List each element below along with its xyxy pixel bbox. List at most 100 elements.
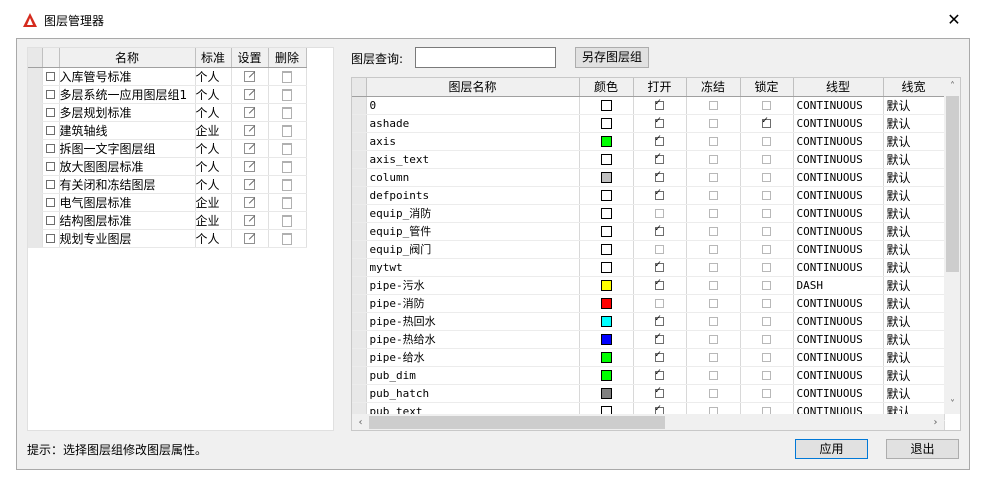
layer-name[interactable]: pipe-热给水 <box>366 330 580 349</box>
layer-lineweight[interactable]: 默认 <box>883 240 945 259</box>
layer-lineweight[interactable]: 默认 <box>883 96 945 115</box>
layer-name[interactable]: pipe-消防 <box>366 294 580 313</box>
apply-button[interactable]: 应用 <box>795 439 868 459</box>
layer-name[interactable]: column <box>366 168 580 187</box>
layer-name[interactable]: axis_text <box>366 150 580 169</box>
layer-row[interactable]: pipe-给水 CONTINUOUS默认 <box>352 348 945 367</box>
lock-checkbox[interactable] <box>762 173 771 182</box>
row-selector[interactable] <box>352 150 367 169</box>
layer-linetype[interactable]: CONTINUOUS <box>793 150 884 169</box>
layer-group-name[interactable]: 规划专业图层 <box>59 229 196 248</box>
on-checkbox[interactable] <box>655 277 664 290</box>
layer-group-row[interactable]: 多层系统一应用图层组1 个人 <box>28 85 307 104</box>
freeze-checkbox[interactable] <box>708 227 718 236</box>
layer-row[interactable]: equip_管件 CONTINUOUS默认 <box>352 222 945 241</box>
row-selector[interactable] <box>352 258 367 277</box>
col-header-delete[interactable]: 删除 <box>268 48 307 68</box>
on-checkbox[interactable] <box>655 331 664 344</box>
on-checkbox[interactable] <box>655 133 664 146</box>
freeze-checkbox[interactable] <box>708 245 718 254</box>
layer-group-row[interactable]: 建筑轴线 企业 <box>28 121 307 140</box>
layer-name[interactable]: defpoints <box>366 186 580 205</box>
layer-lineweight[interactable]: 默认 <box>883 330 945 349</box>
freeze-checkbox[interactable] <box>708 119 718 128</box>
layer-linetype[interactable]: CONTINUOUS <box>793 348 884 367</box>
lock-checkbox[interactable] <box>762 335 771 344</box>
edit-icon[interactable] <box>244 161 255 172</box>
trash-icon[interactable] <box>282 142 292 155</box>
layer-lineweight[interactable]: 默认 <box>883 294 945 313</box>
lock-checkbox[interactable] <box>762 389 771 398</box>
layer-group-name[interactable]: 多层系统一应用图层组1 <box>59 85 196 104</box>
col-header-name[interactable]: 名称 <box>59 48 196 68</box>
on-checkbox[interactable] <box>655 367 664 380</box>
freeze-checkbox[interactable] <box>708 389 718 398</box>
layer-row[interactable]: defpoints CONTINUOUS默认 <box>352 186 945 205</box>
layer-name[interactable]: axis <box>366 132 580 151</box>
scroll-up-icon[interactable]: ˄ <box>944 78 960 95</box>
layer-lineweight[interactable]: 默认 <box>883 132 945 151</box>
row-selector[interactable] <box>352 96 367 115</box>
layer-name[interactable]: ashade <box>366 114 580 133</box>
row-selector[interactable] <box>28 157 43 176</box>
layer-row[interactable]: mytwt CONTINUOUS默认 <box>352 258 945 277</box>
layer-group-name[interactable]: 入库管号标准 <box>59 67 196 86</box>
row-selector[interactable] <box>352 276 367 295</box>
trash-icon[interactable] <box>282 106 292 119</box>
row-selector[interactable] <box>28 85 43 104</box>
color-swatch[interactable] <box>600 226 612 237</box>
freeze-checkbox[interactable] <box>708 299 718 308</box>
horizontal-scrollbar[interactable]: ‹ › <box>352 414 944 430</box>
layer-group-name[interactable]: 结构图层标准 <box>59 211 196 230</box>
row-selector[interactable] <box>28 229 43 248</box>
row-selector[interactable] <box>352 186 367 205</box>
vertical-scroll-thumb[interactable] <box>946 96 959 272</box>
color-swatch[interactable] <box>600 208 612 219</box>
row-checkbox[interactable] <box>46 108 55 117</box>
row-checkbox[interactable] <box>46 162 55 171</box>
scroll-left-icon[interactable]: ‹ <box>352 414 369 430</box>
color-swatch[interactable] <box>600 136 612 147</box>
col-header-linetype[interactable]: 线型 <box>793 78 884 97</box>
on-checkbox[interactable] <box>655 115 664 128</box>
on-checkbox[interactable] <box>655 385 664 398</box>
layer-query-input[interactable] <box>415 47 556 68</box>
layer-lineweight[interactable]: 默认 <box>883 114 945 133</box>
layer-lineweight[interactable]: 默认 <box>883 186 945 205</box>
vertical-scrollbar[interactable]: ˄ ˅ <box>944 78 960 414</box>
on-checkbox[interactable] <box>655 223 664 236</box>
trash-icon[interactable] <box>282 124 292 137</box>
layer-linetype[interactable]: CONTINUOUS <box>793 114 884 133</box>
layer-row[interactable]: axis_text CONTINUOUS默认 <box>352 150 945 169</box>
scroll-down-icon[interactable]: ˅ <box>944 396 960 413</box>
row-selector[interactable] <box>352 366 367 385</box>
layer-group-name[interactable]: 多层规划标准 <box>59 103 196 122</box>
row-checkbox[interactable] <box>46 234 55 243</box>
on-checkbox[interactable] <box>655 151 664 164</box>
row-selector[interactable] <box>28 121 43 140</box>
row-selector[interactable] <box>28 211 43 230</box>
layer-linetype[interactable]: CONTINUOUS <box>793 384 884 403</box>
freeze-checkbox[interactable] <box>708 335 718 344</box>
lock-checkbox[interactable] <box>762 281 771 290</box>
layer-group-list[interactable]: 名称 标准 设置 删除 入库管号标准 个人 多层系统一应用图层组1 个人 多层规划标准个… <box>27 47 334 431</box>
layer-linetype[interactable]: CONTINUOUS <box>793 132 884 151</box>
layer-grid[interactable]: 图层名称 颜色 打开 冻结 锁定 线型 线宽 0CONTINUOUS默认asha… <box>351 77 961 431</box>
freeze-checkbox[interactable] <box>708 281 718 290</box>
freeze-checkbox[interactable] <box>708 209 718 218</box>
layer-row[interactable]: pipe-污水 DASH默认 <box>352 276 945 295</box>
col-header-settings[interactable]: 设置 <box>231 48 269 68</box>
layer-group-row[interactable]: 规划专业图层 个人 <box>28 229 307 248</box>
layer-linetype[interactable]: CONTINUOUS <box>793 240 884 259</box>
layer-group-row[interactable]: 多层规划标准 个人 <box>28 103 307 122</box>
layer-group-name[interactable]: 电气图层标准 <box>59 193 196 212</box>
lock-checkbox[interactable] <box>762 353 771 362</box>
scroll-right-icon[interactable]: › <box>927 414 944 430</box>
layer-group-row[interactable]: 入库管号标准 个人 <box>28 67 307 86</box>
freeze-checkbox[interactable] <box>708 101 718 110</box>
row-checkbox[interactable] <box>46 90 55 99</box>
on-checkbox[interactable] <box>655 259 664 272</box>
color-swatch[interactable] <box>600 118 612 129</box>
edit-icon[interactable] <box>244 89 255 100</box>
layer-group-name[interactable]: 建筑轴线 <box>59 121 196 140</box>
